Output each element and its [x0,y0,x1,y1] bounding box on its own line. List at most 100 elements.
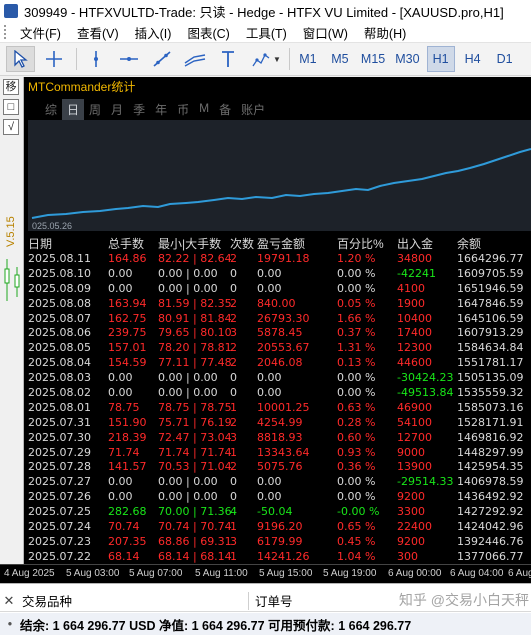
cell-balance: 1585073.16 [457,400,524,414]
menu-file[interactable]: 文件(F) [12,23,69,42]
cell-percent: 0.28 % [337,415,376,429]
tab-note[interactable]: 备 [214,99,236,120]
crosshair-icon[interactable] [39,46,68,72]
trendline-icon[interactable] [147,46,176,72]
horizontal-line-icon[interactable] [114,46,143,72]
timeframe-h4[interactable]: H4 [459,46,487,72]
cell-percent: 1.31 % [337,341,376,355]
cell-total-lots: 0.00 [108,281,133,295]
timeframe-m15[interactable]: M15 [358,46,388,72]
tab-year[interactable]: 年 [150,99,172,120]
channel-icon[interactable] [180,46,209,72]
cell-date: 2025.07.30 [28,430,91,444]
time-label: 5 Aug 07:00 [129,568,183,579]
cell-total-lots: 154.59 [108,356,147,370]
cell-percent: 1.66 % [337,311,376,325]
menu-grip [4,25,8,39]
cell-total-lots: 0.00 [108,386,133,400]
cell-count: 2 [230,252,237,265]
cell-deposit: 22400 [397,520,432,534]
cell-balance: 1448297.99 [457,445,524,459]
cell-percent: 0.65 % [337,520,376,534]
time-label: 6 Aug [508,568,531,579]
header-min-max-lots: 最小|大手数 [158,237,222,251]
timeframe-m30[interactable]: M30 [392,46,422,72]
timeframe-m1[interactable]: M1 [294,46,322,72]
cell-deposit: 46900 [397,400,432,414]
cell-min-max-lots: 81.59 | 82.35 [158,296,232,310]
cell-date: 2025.08.07 [28,311,91,325]
cell-date: 2025.07.22 [28,549,91,563]
table-row: 2025.07.26 0.00 0.00 | 0.00 0 0.00 0.00 % 9200… [28,490,531,505]
cell-balance: 1551781.17 [457,356,524,370]
tab-account[interactable]: 账户 [236,99,270,120]
cell-count: 2 [230,460,237,474]
cell-deposit: 17400 [397,326,432,340]
timeframe-h1[interactable]: H1 [426,46,455,72]
menu-window[interactable]: 窗口(W) [295,23,356,42]
shapes-icon[interactable] [246,46,275,72]
time-label: 5 Aug 03:00 [66,568,120,579]
cell-total-lots: 218.39 [108,430,147,444]
header-percent: 百分比% [337,237,384,251]
cell-deposit: 44600 [397,356,432,370]
square-button[interactable]: □ [3,99,19,115]
cell-profit: 5878.45 [257,326,303,340]
table-row: 2025.08.11 164.86 82.22 | 82.64 2 19791.18 1.… [28,252,531,267]
balance-summary-row[interactable]: • 结余: 1 664 296.77 USD 净值: 1 664 296.77 … [0,613,531,635]
timeframe-m5[interactable]: M5 [326,46,354,72]
timeframe-d1[interactable]: D1 [491,46,519,72]
cell-deposit: 54100 [397,415,432,429]
tab-quarter[interactable]: 季 [128,99,150,120]
candles-icon [4,259,20,301]
tab-summary[interactable]: 综 [40,99,62,120]
cell-balance: 1424042.96 [457,520,524,534]
chart-window[interactable]: MTCommander统计 综 日 周 月 季 年 币 M 备 账户 025.0… [24,77,531,583]
cell-min-max-lots: 0.00 | 0.00 [158,475,218,489]
cell-balance: 1584634.84 [457,341,524,355]
panel-tabs: 综 日 周 月 季 年 币 M 备 账户 [40,99,270,120]
cell-percent: 0.00 % [337,266,376,280]
table-row: 2025.07.27 0.00 0.00 | 0.00 0 0.00 0.00 % -295… [28,475,531,490]
table-row: 2025.07.23 207.35 68.86 | 69.31 3 6179.99 0.4… [28,535,531,550]
check-button[interactable]: √ [3,119,19,135]
app-icon [4,4,18,18]
table-row: 2025.08.08 163.94 81.59 | 82.35 2 840.00 0.05… [28,297,531,312]
cursor-icon[interactable] [6,46,35,72]
table-row: 2025.08.01 78.75 78.75 | 78.75 1 10001.25 0.6… [28,401,531,416]
cell-min-max-lots: 0.00 | 0.00 [158,371,218,385]
cell-percent: -0.00 % [337,505,380,519]
toolbar: ▼ M1 M5 M15 M30 H1 H4 D1 [0,43,531,76]
cell-profit: 13343.64 [257,445,310,459]
tab-day[interactable]: 日 [62,99,85,120]
close-icon[interactable]: ✕ [0,593,18,609]
cell-deposit: 9000 [397,445,425,459]
move-button[interactable]: 移 [3,79,19,95]
tab-week[interactable]: 周 [84,99,106,120]
tab-magic[interactable]: M [194,99,214,120]
table-row: 2025.08.03 0.00 0.00 | 0.00 0 0.00 0.00 % -304… [28,371,531,386]
cell-deposit: 4100 [397,281,425,295]
menu-view[interactable]: 查看(V) [69,23,127,42]
text-icon[interactable] [213,46,242,72]
cell-min-max-lots: 78.20 | 78.81 [158,341,232,355]
cell-date: 2025.08.01 [28,400,91,414]
menu-tools[interactable]: 工具(T) [238,23,295,42]
chevron-down-icon[interactable]: ▼ [273,55,281,64]
column-order[interactable]: 订单号 [249,591,293,610]
time-label: 4 Aug 2025 [4,568,55,579]
cell-balance: 1427292.92 [457,505,524,519]
column-symbol[interactable]: 交易品种 [18,591,248,610]
cell-count: 2 [230,296,237,310]
menu-insert[interactable]: 插入(I) [127,23,180,42]
cell-count: 1 [230,400,237,414]
table-row: 2025.08.04 154.59 77.11 | 77.48 2 2046.08 0.1… [28,356,531,371]
cell-total-lots: 0.00 [108,371,133,385]
menu-charts[interactable]: 图表(C) [179,23,237,42]
equity-curve: 025.05.26 [28,120,531,231]
tab-currency[interactable]: 币 [172,99,194,120]
cell-min-max-lots: 0.00 | 0.00 [158,281,218,295]
menu-help[interactable]: 帮助(H) [356,23,414,42]
vertical-line-icon[interactable] [81,46,110,72]
tab-month[interactable]: 月 [106,99,128,120]
